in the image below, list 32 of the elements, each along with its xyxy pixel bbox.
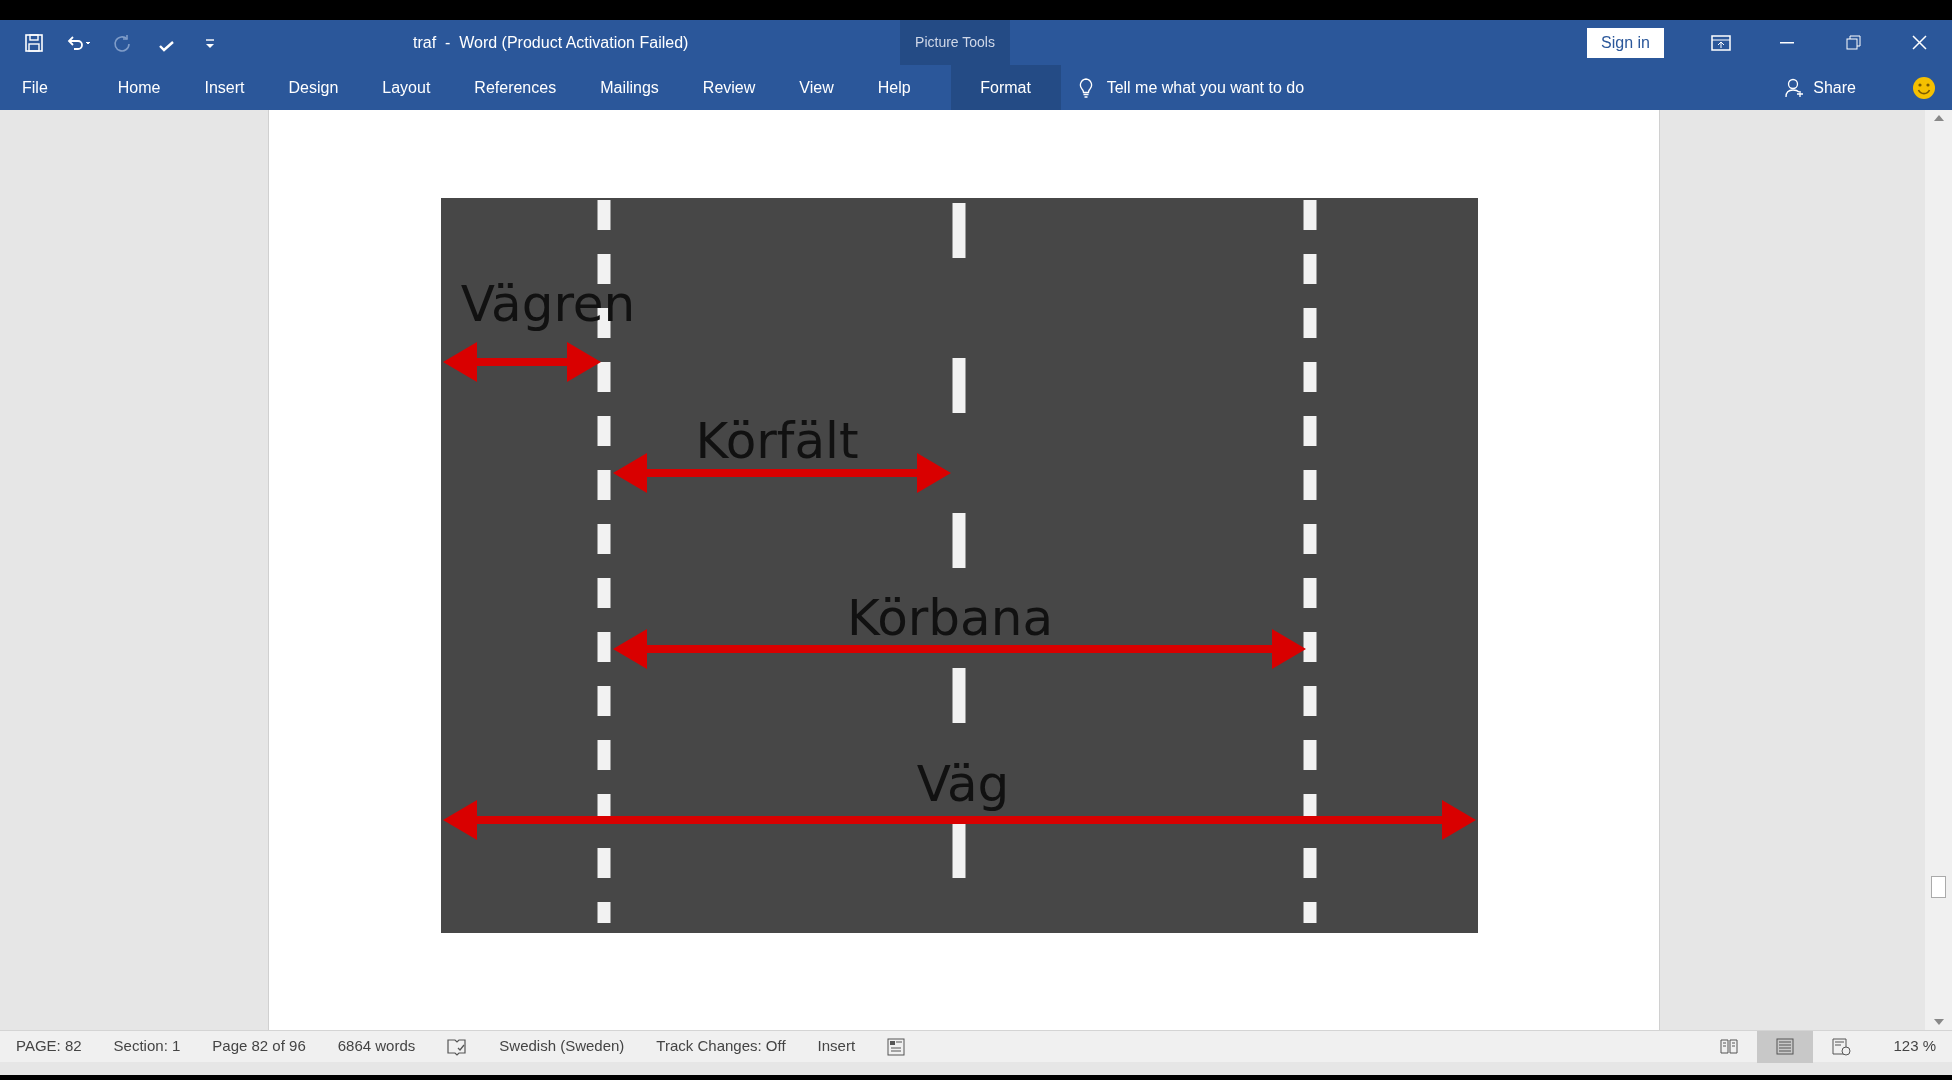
person-add-icon (1785, 77, 1806, 98)
smiley-icon[interactable] (1912, 75, 1936, 100)
window-title: traf - Word (Product Activation Failed) (413, 32, 689, 53)
track-changes-status[interactable]: Track Changes: Off (640, 1035, 802, 1058)
sign-in-button[interactable]: Sign in (1587, 27, 1664, 58)
lightbulb-icon (1078, 77, 1093, 98)
diagram-label: Vägren (460, 275, 636, 333)
ribbon-tab[interactable]: Home (95, 65, 183, 110)
status-item[interactable]: 6864 words (321, 1035, 432, 1058)
contextual-tab-group: Picture Tools (915, 32, 995, 53)
tell-me-search-field[interactable]: Tell me what you want to do (1104, 74, 1365, 101)
ribbon-tab[interactable]: Insert (182, 65, 267, 110)
scrollbar-thumb[interactable] (1931, 876, 1946, 898)
zoom-level[interactable]: 123 % (1869, 1035, 1952, 1058)
status-item[interactable]: PAGE: 82 (0, 1035, 98, 1058)
ribbon-tab[interactable]: References (452, 65, 579, 110)
ribbon-tab[interactable]: Mailings (578, 65, 681, 110)
scroll-up-icon[interactable] (1933, 114, 1944, 121)
ribbon-tab[interactable]: Help (855, 65, 933, 110)
share-button[interactable]: Share (1763, 65, 1878, 110)
print-layout-icon[interactable] (1757, 1030, 1814, 1063)
scroll-down-icon[interactable] (1933, 1019, 1944, 1026)
ribbon-tab[interactable]: Review (680, 65, 778, 110)
ribbon-tab[interactable]: View (777, 65, 856, 110)
language-status[interactable]: Swedish (Sweden) (483, 1035, 641, 1058)
ribbon-tab[interactable]: Format (950, 65, 1061, 110)
ribbon-tab[interactable]: Layout (360, 65, 453, 110)
insert-mode-status[interactable]: Insert (801, 1035, 872, 1058)
status-item[interactable]: Page 82 of 96 (196, 1035, 322, 1058)
ribbon-tab[interactable]: Design (266, 65, 361, 110)
status-item[interactable]: Section: 1 (97, 1035, 197, 1058)
ribbon-tab[interactable]: File (0, 65, 70, 110)
